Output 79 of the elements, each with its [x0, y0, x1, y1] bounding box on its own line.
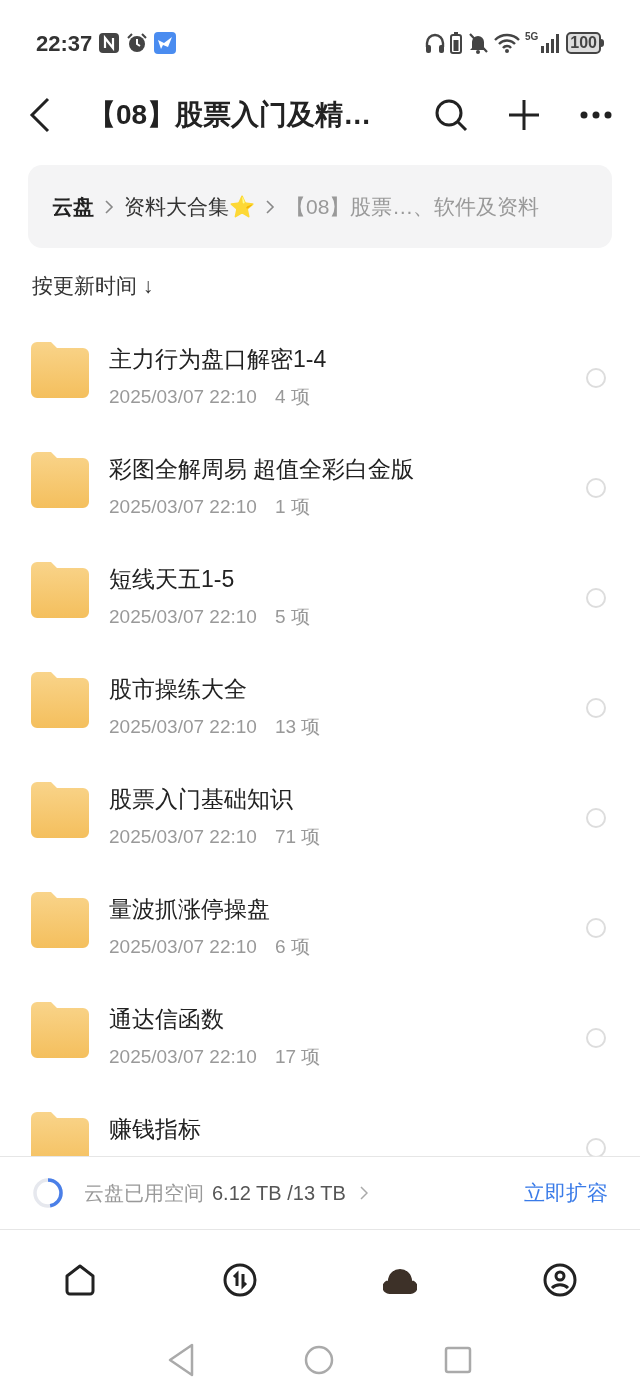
storage-label: 云盘已用空间: [84, 1181, 204, 1206]
file-date: 2025/03/07 22:10: [109, 604, 257, 629]
folder-icon: [31, 452, 89, 508]
recents-nav-icon[interactable]: [444, 1346, 472, 1374]
folder-icon: [31, 342, 89, 398]
item-count: 6 项: [274, 934, 310, 959]
status-time: 22:37: [36, 29, 93, 58]
chevron-icon[interactable]: [359, 1186, 368, 1200]
file-row[interactable]: 通达信函数 2025/03/07 22:10 17 项: [0, 984, 640, 1094]
battery-level: 100: [566, 32, 601, 54]
chevron-icon: [104, 198, 114, 215]
file-row[interactable]: 短线天五1-5 2025/03/07 22:10 5 项: [0, 544, 640, 654]
folder-icon: [31, 562, 89, 618]
breadcrumb-link[interactable]: 资料大合集⭐: [124, 190, 255, 223]
file-row[interactable]: 股票入门基础知识 2025/03/07 22:10 71 项: [0, 764, 640, 874]
file-date: 2025/03/07 22:10: [109, 1044, 257, 1069]
folder-icon: [31, 1002, 89, 1058]
home-nav-icon[interactable]: [304, 1345, 334, 1375]
item-count: 71 项: [274, 824, 321, 849]
file-name: 量波抓涨停操盘: [109, 895, 271, 924]
file-row[interactable]: 量波抓涨停操盘 2025/03/07 22:10 6 项: [0, 874, 640, 984]
file-date: 2025/03/07 22:10: [109, 384, 257, 409]
item-count: 1 项: [274, 494, 310, 519]
item-count: 17 项: [274, 1044, 321, 1069]
file-name: 赚钱指标: [109, 1115, 202, 1144]
more-icon[interactable]: [580, 111, 612, 119]
muted-bell-icon: [466, 32, 489, 54]
file-row[interactable]: 彩图全解周易 超值全彩白金版 2025/03/07 22:10 1 项: [0, 434, 640, 544]
file-name: 主力行为盘口解密1-4: [109, 345, 328, 374]
network-type: 5G: [524, 32, 539, 42]
select-checkbox[interactable]: [586, 918, 606, 938]
headphones-icon: [424, 32, 445, 54]
select-checkbox[interactable]: [586, 368, 606, 388]
select-checkbox[interactable]: [586, 698, 606, 718]
file-name: 股市操练大全: [109, 675, 248, 704]
select-checkbox[interactable]: [586, 808, 606, 828]
folder-icon: [31, 782, 89, 838]
search-icon[interactable]: [434, 98, 468, 132]
item-count: 13 项: [274, 714, 321, 739]
sort-label[interactable]: 按更新时间 ↓: [32, 270, 154, 302]
file-name: 股票入门基础知识: [109, 785, 294, 814]
storage-ring-icon: [32, 1177, 64, 1209]
file-date: 2025/03/07 22:10: [109, 934, 257, 959]
wifi-icon: [493, 32, 520, 54]
item-count: 5 项: [274, 604, 310, 629]
select-checkbox[interactable]: [586, 1138, 606, 1156]
signal-icon: [539, 32, 562, 54]
file-row[interactable]: 股市操练大全 2025/03/07 22:10 13 项: [0, 654, 640, 764]
file-name: 彩图全解周易 超值全彩白金版: [109, 455, 416, 484]
alarm-icon: [126, 32, 149, 54]
storage-usage: 6.12 TB /13 TB: [212, 1181, 346, 1206]
profile-icon[interactable]: [543, 1263, 577, 1297]
chevron-icon: [265, 198, 275, 215]
file-row[interactable]: 主力行为盘口解密1-4 2025/03/07 22:10 4 项: [0, 324, 640, 434]
back-icon[interactable]: [28, 97, 52, 133]
select-checkbox[interactable]: [586, 1028, 606, 1048]
battery-tip: [601, 39, 604, 47]
transfer-icon[interactable]: [223, 1263, 257, 1297]
select-checkbox[interactable]: [586, 478, 606, 498]
home-icon[interactable]: [63, 1263, 97, 1297]
nfc-icon: [98, 32, 121, 54]
folder-icon: [31, 1112, 89, 1156]
page-title: 【08】股票入门及精…: [88, 98, 373, 132]
file-date: 2025/03/07 22:10: [109, 714, 257, 739]
item-count: 4 项: [274, 384, 310, 409]
add-icon[interactable]: [508, 99, 540, 131]
file-date: 2025/03/07 22:10: [109, 824, 257, 849]
file-name: 短线天五1-5: [109, 565, 236, 594]
file-name: 通达信函数: [109, 1005, 225, 1034]
file-row[interactable]: 赚钱指标: [0, 1094, 640, 1156]
breadcrumb-link[interactable]: 云盘: [52, 190, 94, 223]
back-nav-icon[interactable]: [168, 1343, 194, 1377]
bird-icon: [154, 32, 177, 54]
expand-link[interactable]: 立即扩容: [524, 1177, 608, 1209]
file-date: 2025/03/07 22:10: [109, 494, 257, 519]
folder-icon: [31, 892, 89, 948]
battery-small-icon: [449, 32, 462, 54]
folder-icon: [31, 672, 89, 728]
select-checkbox[interactable]: [586, 588, 606, 608]
